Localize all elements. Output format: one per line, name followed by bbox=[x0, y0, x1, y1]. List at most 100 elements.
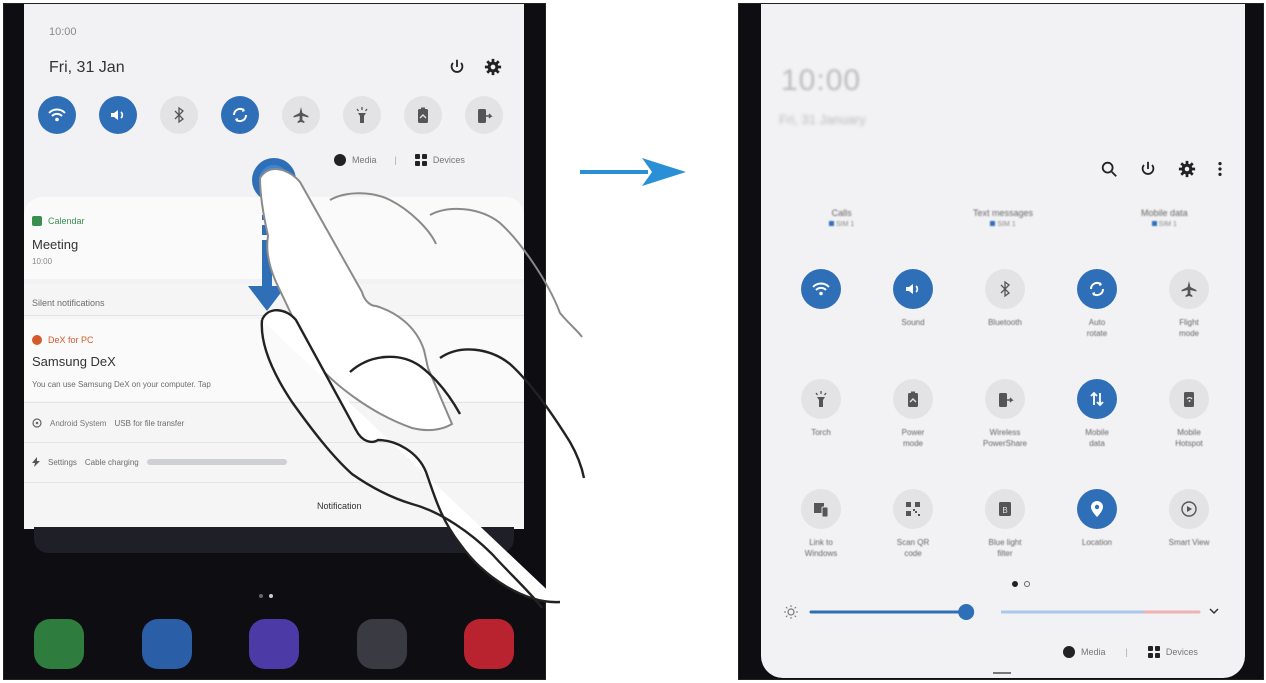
gear-icon[interactable] bbox=[1178, 160, 1196, 178]
panel-drag-handle[interactable] bbox=[993, 672, 1011, 674]
sim-icon bbox=[1151, 221, 1157, 226]
quick-tile-label: Auto rotate bbox=[1086, 318, 1108, 338]
bluetooth-icon bbox=[174, 106, 184, 124]
battery-icon bbox=[893, 379, 933, 419]
home-page-indicator bbox=[259, 594, 273, 598]
right-phone-screen: 10:00 Fri, 31 January Calls SIM 1 Text me… bbox=[738, 3, 1264, 680]
more-options-icon[interactable] bbox=[1217, 160, 1223, 178]
left-phone-screen: 10:00 Fri, 31 Jan Media | Devices Calend… bbox=[3, 3, 546, 680]
devices-button[interactable]: Devices bbox=[1166, 647, 1198, 657]
bluetooth-toggle[interactable] bbox=[160, 96, 198, 134]
power-icon[interactable] bbox=[1139, 160, 1157, 178]
usb-notification-row[interactable]: Android System USB for file transfer bbox=[32, 418, 184, 428]
quick-tile-auto-rotate[interactable]: Auto rotate bbox=[1051, 269, 1143, 365]
quick-tile-qr[interactable]: Scan QR code bbox=[867, 489, 959, 585]
quick-tile-hotspot[interactable]: Mobile Hotspot bbox=[1143, 379, 1235, 475]
play-icon bbox=[334, 154, 346, 166]
auto-rotate-toggle[interactable] bbox=[221, 96, 259, 134]
quick-tile-wifi[interactable] bbox=[775, 269, 867, 365]
media-button[interactable]: Media bbox=[1081, 647, 1106, 657]
clock-time: 10:00 bbox=[781, 64, 862, 97]
quick-tile-battery[interactable]: Power mode bbox=[867, 379, 959, 475]
quick-tile-powershare[interactable]: Wireless PowerShare bbox=[959, 379, 1051, 475]
panel-page-indicator bbox=[1012, 581, 1030, 587]
phone-app-icon[interactable] bbox=[34, 619, 84, 669]
quick-tile-location[interactable]: Location bbox=[1051, 489, 1143, 585]
dex-body: You can use Samsung DeX on your computer… bbox=[32, 380, 211, 389]
quick-tile-label: Bluetooth bbox=[988, 318, 1022, 327]
date-label: Fri, 31 Jan bbox=[49, 59, 125, 76]
quick-tile-label: Torch bbox=[811, 428, 831, 437]
play-icon bbox=[1063, 646, 1075, 658]
chevron-down-icon[interactable] bbox=[1207, 604, 1221, 618]
powershare-toggle[interactable] bbox=[465, 96, 503, 134]
quick-tile-sound[interactable]: Sound bbox=[867, 269, 959, 365]
android-system-icon bbox=[32, 418, 42, 428]
quick-tile-label: Mobile data bbox=[1085, 428, 1109, 448]
airplane-icon bbox=[1169, 269, 1209, 309]
battery-icon bbox=[418, 107, 428, 123]
gear-icon[interactable] bbox=[484, 58, 502, 76]
messages-app-icon[interactable] bbox=[141, 619, 192, 669]
quick-tile-airplane[interactable]: Flight mode bbox=[1143, 269, 1235, 365]
airplane-toggle[interactable] bbox=[282, 96, 320, 134]
airplane-icon bbox=[293, 107, 309, 123]
media-devices-row: Media | Devices bbox=[1063, 646, 1198, 658]
sim-selection-row: Calls SIM 1 Text messages SIM 1 Mobile dat… bbox=[761, 208, 1245, 228]
sound-icon bbox=[111, 110, 124, 120]
svg-text:B: B bbox=[1002, 506, 1007, 515]
torch-toggle[interactable] bbox=[343, 96, 381, 134]
quick-tile-link-windows[interactable]: Link to Windows bbox=[775, 489, 867, 585]
quick-tile-blue-light[interactable]: B Blue light filter bbox=[959, 489, 1051, 585]
sim-text-messages[interactable]: Text messages SIM 1 bbox=[922, 208, 1083, 228]
notification-settings-link[interactable]: Notification bbox=[317, 501, 362, 511]
quick-tile-label: Smart View bbox=[1168, 538, 1210, 547]
quick-tile-smart-view[interactable]: Smart View bbox=[1143, 489, 1235, 585]
quick-tile-label: Power mode bbox=[901, 428, 925, 448]
power-icon[interactable] bbox=[448, 58, 466, 76]
sim-calls[interactable]: Calls SIM 1 bbox=[761, 208, 922, 228]
sim-mobile-data[interactable]: Mobile data SIM 1 bbox=[1084, 208, 1245, 228]
brightness-slider[interactable] bbox=[805, 600, 1205, 624]
quick-tile-torch[interactable]: Torch bbox=[775, 379, 867, 475]
powershare-icon bbox=[478, 109, 493, 123]
calendar-icon bbox=[32, 216, 42, 226]
wifi-toggle[interactable] bbox=[38, 96, 76, 134]
blurred-text bbox=[146, 459, 287, 465]
app-dock bbox=[34, 619, 514, 669]
wifi-icon bbox=[801, 269, 841, 309]
media-button[interactable]: Media bbox=[352, 155, 377, 165]
home-search-bar[interactable] bbox=[34, 527, 514, 553]
media-devices-row: Media | Devices bbox=[334, 154, 465, 166]
torch-icon bbox=[356, 107, 368, 123]
smart-view-icon bbox=[1169, 489, 1209, 529]
brightness-icon bbox=[784, 605, 798, 619]
quick-tile-label: Link to Windows bbox=[804, 538, 838, 558]
location-icon bbox=[1077, 489, 1117, 529]
devices-button[interactable]: Devices bbox=[433, 155, 465, 165]
quick-tile-bluetooth[interactable]: Bluetooth bbox=[959, 269, 1051, 365]
sound-toggle[interactable] bbox=[99, 96, 137, 134]
play-store-app-icon[interactable] bbox=[356, 619, 407, 669]
dex-title: Samsung DeX bbox=[32, 354, 116, 369]
torch-icon bbox=[801, 379, 841, 419]
quick-toggle-row bbox=[38, 96, 503, 134]
quick-tile-label: Flight mode bbox=[1178, 318, 1199, 338]
sound-icon bbox=[893, 269, 933, 309]
calendar-app-label: Calendar bbox=[32, 216, 85, 226]
camera-app-icon[interactable] bbox=[464, 619, 514, 669]
power-mode-toggle[interactable] bbox=[404, 96, 442, 134]
brightness-thumb[interactable] bbox=[958, 604, 975, 620]
calendar-notification-card[interactable] bbox=[24, 197, 524, 279]
search-icon[interactable] bbox=[1100, 160, 1118, 178]
charging-notification-row[interactable]: Settings Cable charging bbox=[32, 457, 287, 467]
dex-icon bbox=[32, 335, 42, 345]
qr-icon bbox=[893, 489, 933, 529]
charging-icon bbox=[32, 457, 40, 467]
quick-tile-mobile-data[interactable]: Mobile data bbox=[1051, 379, 1143, 475]
dex-app-label: DeX for PC bbox=[32, 335, 94, 345]
internet-app-icon[interactable] bbox=[249, 619, 299, 669]
notification-time: 10:00 bbox=[32, 257, 53, 266]
link-windows-icon bbox=[801, 489, 841, 529]
quick-tile-label: Location bbox=[1081, 538, 1113, 547]
